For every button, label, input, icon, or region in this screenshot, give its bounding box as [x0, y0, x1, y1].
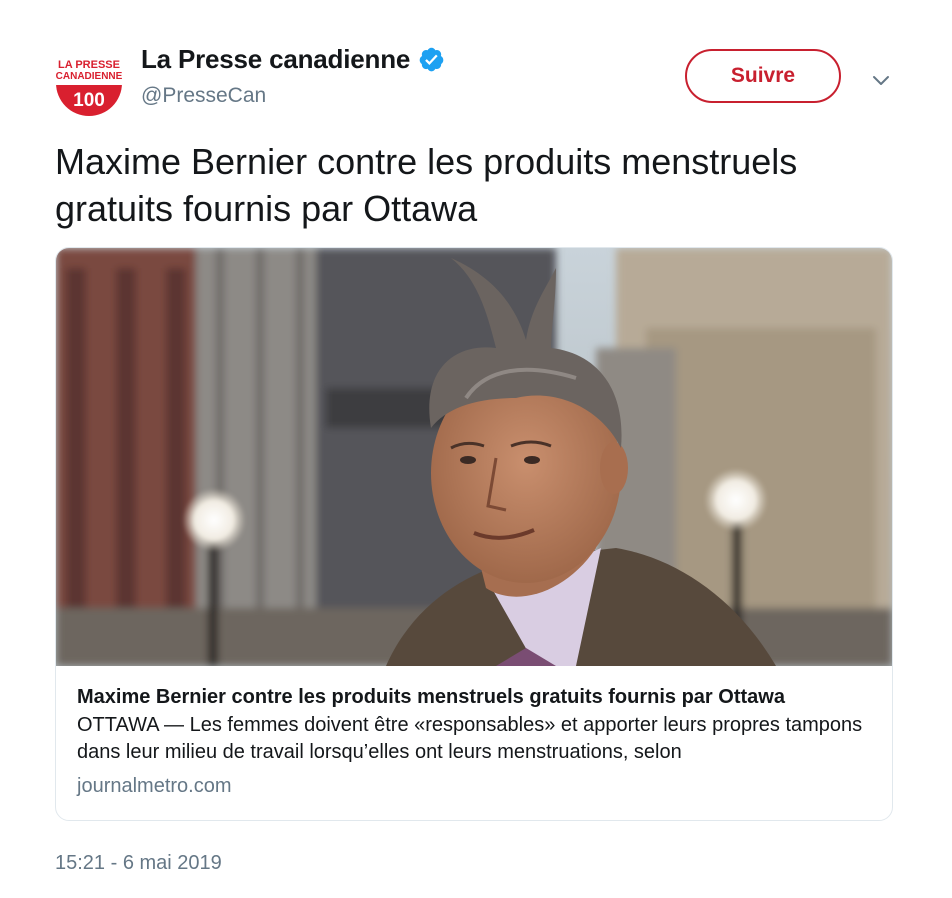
- card-body: Maxime Bernier contre les produits menst…: [77, 684, 877, 798]
- logo-line-1: LA PRESSE: [58, 59, 120, 71]
- avatar[interactable]: LA PRESSE CANADIENNE 100: [52, 50, 126, 116]
- card-title: Maxime Bernier contre les produits menst…: [77, 686, 785, 708]
- card-domain: journalmetro.com: [77, 775, 232, 797]
- link-card[interactable]: Maxime Bernier contre les produits menst…: [55, 247, 893, 821]
- tweet-container: LA PRESSE CANADIENNE 100 La Presse canad…: [0, 0, 952, 898]
- author-name-row[interactable]: La Presse canadienne: [141, 44, 445, 75]
- chevron-down-icon[interactable]: [870, 70, 892, 90]
- verified-badge-icon: [419, 47, 444, 72]
- logo-number: 100: [73, 90, 105, 111]
- tweet-timestamp[interactable]: 15:21 - 6 mai 2019: [55, 852, 222, 875]
- follow-button[interactable]: Suivre: [685, 49, 841, 103]
- author-handle[interactable]: @PresseCan: [141, 84, 266, 108]
- tweet-text: Maxime Bernier contre les produits menst…: [55, 141, 798, 229]
- card-image[interactable]: [56, 248, 892, 666]
- author-display-name[interactable]: La Presse canadienne: [141, 44, 410, 75]
- card-description: OTTAWA — Les femmes doivent être «respon…: [77, 714, 863, 763]
- logo-line-2: CANADIENNE: [56, 71, 123, 82]
